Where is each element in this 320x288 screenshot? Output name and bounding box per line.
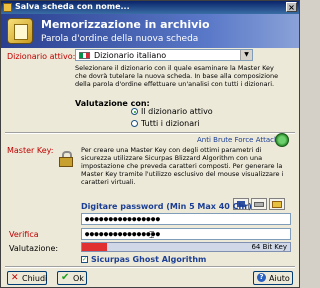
divider (5, 266, 295, 268)
divider (5, 132, 295, 134)
strength-meter: 64 Bit Key (81, 242, 291, 252)
verify-label: Verifica (9, 230, 39, 239)
dictionary-selected-value: Dizionario italiano (94, 51, 167, 60)
title-bar: Salva scheda con nome... × (1, 1, 299, 14)
password-value: ●●●●●●●●●●●●●●●● (85, 215, 161, 223)
dictionary-label: Dizionario attivo: (7, 52, 76, 61)
dictionary-description: Selezionare il dizionario con il quale e… (75, 64, 279, 88)
header-subtitle: Parola d'ordine della nuova scheda (41, 34, 199, 44)
lock-icon (59, 151, 73, 167)
ok-button[interactable]: ✔ Ok (57, 271, 87, 285)
ok-button-label: Ok (73, 274, 84, 283)
chevron-down-icon[interactable]: ▼ (240, 50, 252, 60)
italy-flag-icon (79, 52, 90, 59)
strength-meter-fill (82, 243, 107, 251)
password-title: Digitare password (Min 5 Max 40 Chr) (81, 202, 252, 211)
keyboard-icon[interactable] (251, 198, 267, 210)
header-banner: Memorizzazione in archivio Parola d'ordi… (1, 14, 299, 48)
radio-label: Il dizionario attivo (141, 107, 213, 116)
dialog-window: Salva scheda con nome... × Memorizzazion… (0, 0, 300, 288)
close-button-label: Chiudi (22, 274, 48, 283)
master-key-description: Per creare una Master Key con degli otti… (81, 146, 284, 186)
anti-brute-force-icon[interactable] (275, 133, 289, 147)
checkbox-box[interactable]: ✓ (81, 256, 88, 263)
dictionary-select[interactable]: Dizionario italiano ▼ (75, 49, 253, 61)
close-button[interactable]: ✕ Chiudi (7, 271, 47, 285)
strength-text: 64 Bit Key (251, 243, 287, 251)
radio-indicator[interactable] (131, 108, 138, 115)
header-title: Memorizzazione in archivio (41, 18, 210, 31)
close-icon: ✕ (11, 273, 19, 283)
text-cursor-icon: ⌶ (149, 231, 155, 241)
verify-input[interactable]: ●●●●●●●●●●●●●●●● (81, 228, 291, 240)
checkbox-label: Sicurpas Ghost Algorithm (91, 255, 207, 264)
radio-indicator[interactable] (131, 120, 138, 127)
archive-icon (7, 18, 33, 44)
help-icon: ? (257, 273, 266, 282)
help-button-label: Aiuto (269, 274, 290, 283)
folder-icon[interactable] (269, 198, 285, 210)
radio-label: Tutti i dizionari (141, 119, 200, 128)
valuation-label: Valutazione: (9, 244, 59, 253)
help-button[interactable]: ? Aiuto (253, 271, 293, 285)
master-key-label: Master Key: (7, 146, 54, 155)
app-icon (3, 3, 12, 12)
ghost-algorithm-checkbox[interactable]: ✓ Sicurpas Ghost Algorithm (81, 255, 206, 264)
check-icon: ✔ (61, 272, 70, 283)
password-input[interactable]: ●●●●●●●●●●●●●●●● (81, 213, 291, 225)
radio-all-dictionaries[interactable]: Tutti i dizionari (131, 119, 200, 128)
anti-brute-force-label: Anti Brute Force Attack (197, 136, 279, 144)
window-title: Salva scheda con nome... (15, 2, 130, 11)
radio-active-dictionary[interactable]: Il dizionario attivo (131, 107, 213, 116)
close-window-button[interactable]: × (286, 2, 297, 12)
